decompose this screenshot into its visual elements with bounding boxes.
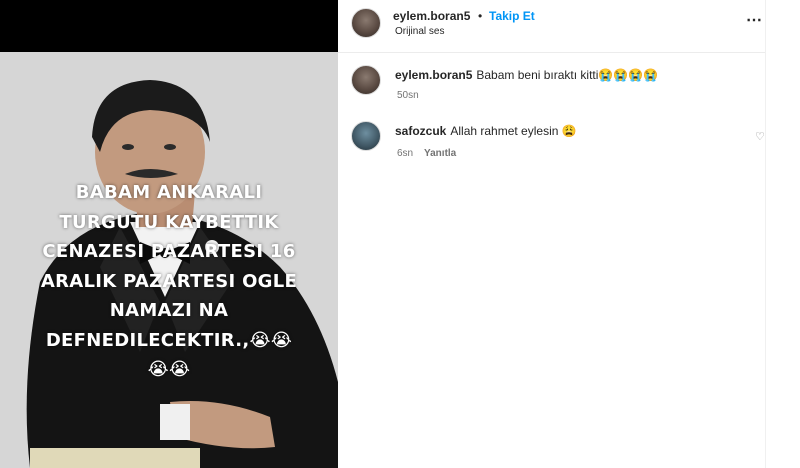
- comment-text-row: eylem.boran5 Babam beni bıraktı kitti😭😭😭😭: [395, 68, 658, 82]
- comment-username[interactable]: safozcuk: [395, 124, 446, 138]
- media-top-bar: [0, 0, 338, 52]
- audio-label[interactable]: Orijinal ses: [395, 26, 444, 37]
- comment-text-row: safozcuk Allah rahmet eylesin 😩: [395, 124, 577, 138]
- separator-dot: •: [478, 9, 483, 23]
- follow-button[interactable]: Takip Et: [489, 9, 535, 23]
- header-divider: [338, 52, 765, 53]
- comment-timestamp: 6sn: [397, 148, 414, 159]
- reply-button[interactable]: Yanıtla: [424, 148, 456, 159]
- like-comment-icon[interactable]: ♡: [755, 130, 765, 143]
- overlay-line: BABAM ANKARALI: [75, 182, 263, 203]
- overlay-caption: BABAM ANKARALI TURGUTU KAYBETTIK CENAZES…: [0, 178, 338, 385]
- overlay-line: ARALIK PAZARTESI OGLE: [40, 270, 298, 292]
- window-right-edge: [765, 0, 800, 468]
- overlay-line: 😭😭: [147, 359, 191, 380]
- comment-body: Allah rahmet eylesin 😩: [450, 124, 577, 138]
- author-avatar[interactable]: [351, 8, 381, 38]
- overlay-line: DEFNEDILECEKTIR.,😭😭: [45, 329, 293, 351]
- overlay-line: CENAZESI PAZARTESI 16: [42, 241, 296, 262]
- comment-username[interactable]: eylem.boran5: [395, 68, 472, 82]
- more-options-icon[interactable]: ⋯: [746, 10, 763, 30]
- comment-timestamp: 50sn: [397, 90, 419, 101]
- comment-body: Babam beni bıraktı kitti😭😭😭😭: [476, 68, 659, 82]
- overlay-line: NAMAZI NA: [109, 300, 229, 321]
- post-media[interactable]: BABAM ANKARALI TURGUTU KAYBETTIK CENAZES…: [0, 0, 338, 468]
- comment-avatar[interactable]: [351, 121, 381, 151]
- author-username[interactable]: eylem.boran5: [393, 9, 470, 23]
- post-photo: BABAM ANKARALI TURGUTU KAYBETTIK CENAZES…: [0, 52, 338, 468]
- overlay-line: TURGUTU KAYBETTIK: [59, 211, 279, 233]
- comment-avatar[interactable]: [351, 65, 381, 95]
- instagram-post-view: BABAM ANKARALI TURGUTU KAYBETTIK CENAZES…: [0, 0, 800, 468]
